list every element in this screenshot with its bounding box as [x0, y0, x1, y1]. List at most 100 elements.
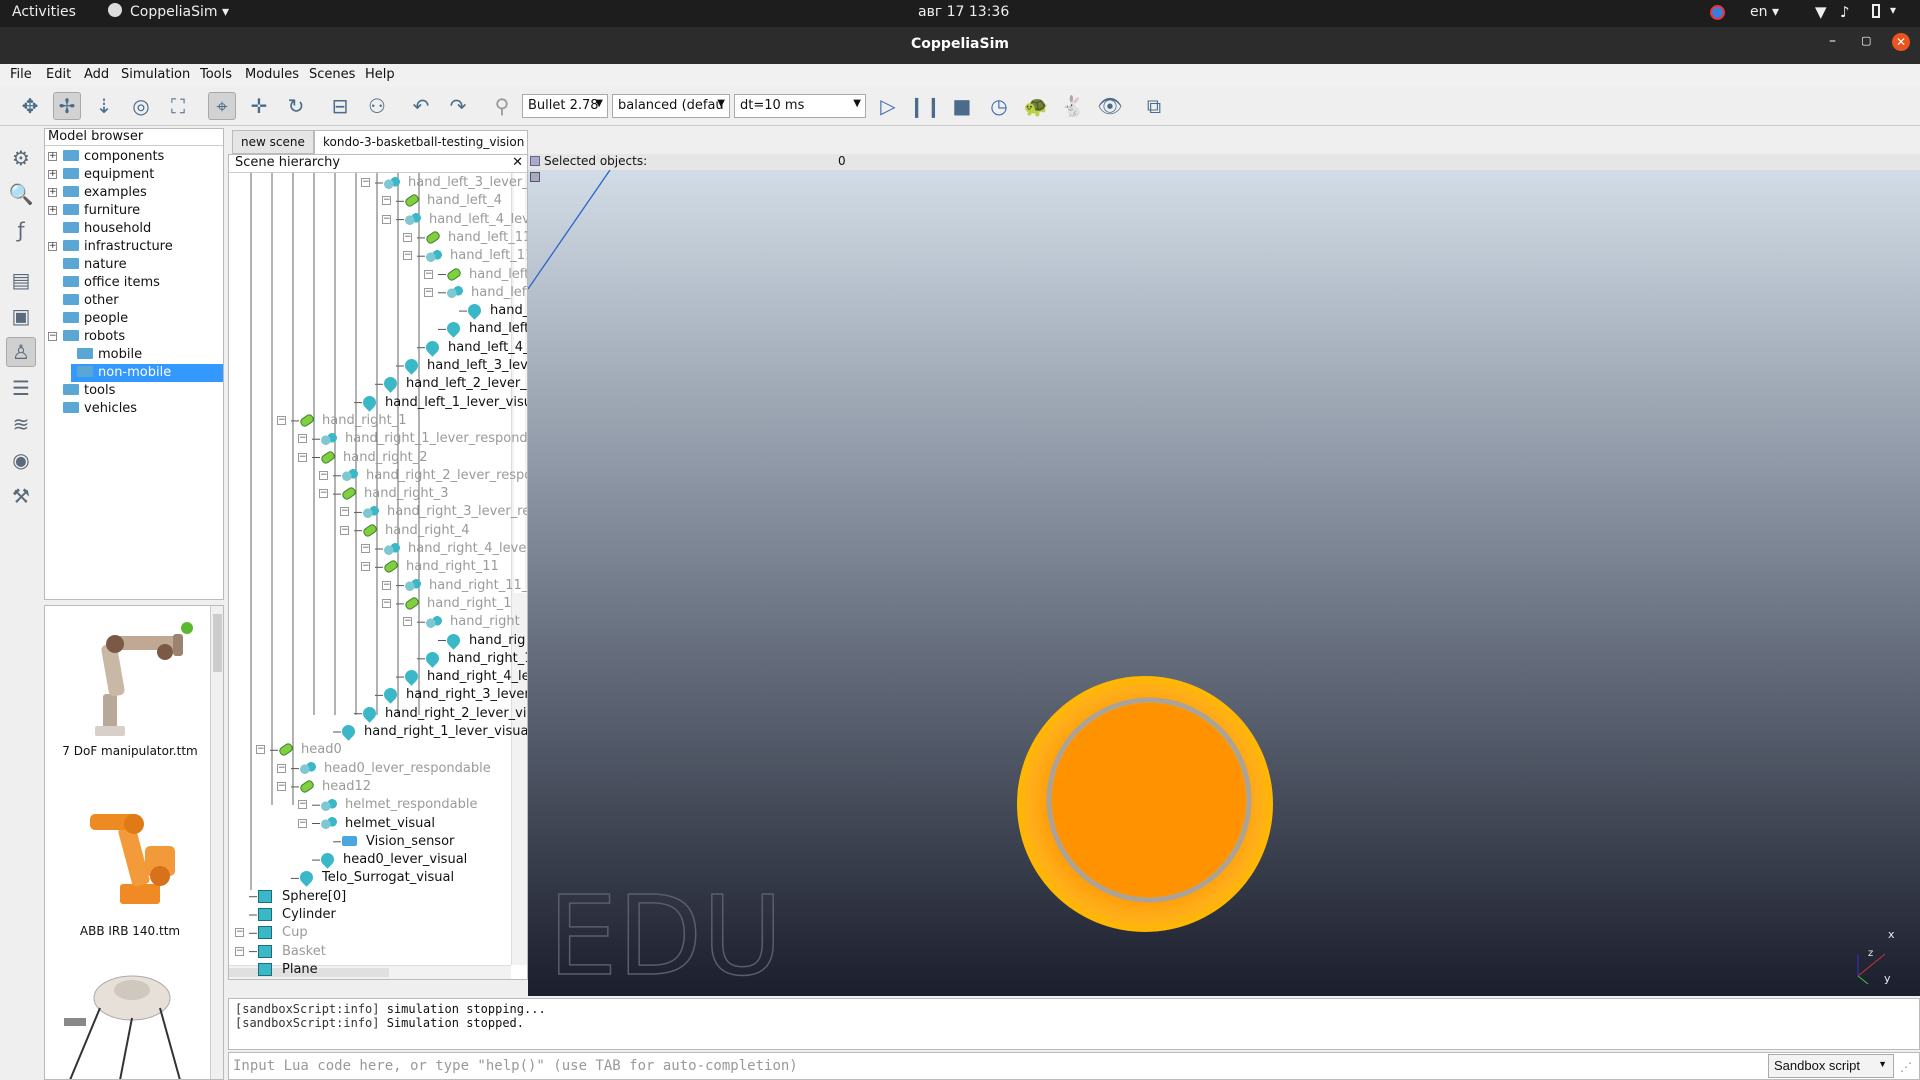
environment-icon[interactable]: 🔍 [6, 179, 36, 209]
hierarchy-item[interactable]: Cylinder [235, 906, 336, 924]
language-indicator[interactable]: en ▾ [1750, 4, 1779, 20]
menu-scenes[interactable]: Scenes [309, 67, 355, 82]
expand-icon[interactable]: + [48, 170, 57, 179]
hierarchy-item[interactable]: − helmet_respondable [298, 796, 477, 814]
model-folder-furniture[interactable]: + furniture [48, 202, 140, 220]
timestep-select[interactable]: dt=10 ms ▼ [734, 94, 866, 118]
hierarchy-item[interactable]: − hand_right_3 [319, 485, 449, 503]
menu-simulation[interactable]: Simulation [121, 67, 190, 82]
collapse-icon[interactable]: − [298, 800, 307, 810]
hierarchy-item[interactable]: − hand_left_13 [424, 266, 527, 284]
thumbs-scrollbar[interactable] [210, 606, 223, 1079]
play-icon[interactable]: ▷ [874, 92, 902, 120]
hierarchy-item[interactable]: − hand_right_11 [361, 558, 499, 576]
hierarchy-item[interactable]: − hand_right_11_ [382, 577, 527, 595]
model-folder-examples[interactable]: + examples [48, 184, 147, 202]
thumbnail-abb-irb140[interactable] [70, 786, 200, 916]
hierarchy-item[interactable]: − hand_right [403, 613, 520, 631]
expand-icon[interactable]: + [48, 152, 57, 161]
model-folder-equipment[interactable]: + equipment [48, 166, 154, 184]
page-selector-icon[interactable]: ⧉ [1140, 92, 1168, 120]
menu-modules[interactable]: Modules [245, 67, 299, 82]
hierarchy-item[interactable]: − Basket [235, 943, 326, 961]
hierarchy-item[interactable]: hand_right_3_lever_v [361, 685, 527, 705]
menu-help[interactable]: Help [365, 67, 395, 82]
collapse-icon[interactable]: − [319, 470, 328, 480]
layers-icon[interactable]: ≋ [6, 409, 36, 439]
hierarchy-item[interactable]: hand_right_4_lev [382, 667, 527, 686]
model-browser-toggle-icon[interactable]: ♙ [6, 337, 36, 367]
hierarchy-item[interactable]: Vision_sensor [319, 833, 454, 851]
close-icon[interactable]: ✕ [1892, 33, 1910, 51]
transfer-dna-icon[interactable]: ⚇ [363, 92, 391, 120]
expand-icon[interactable]: + [48, 242, 57, 251]
thumbnail-7dof-manipulator[interactable] [65, 616, 195, 741]
collapse-icon[interactable]: − [277, 781, 286, 791]
hierarchy-item[interactable]: hand_le [445, 301, 527, 320]
hierarchy-item[interactable]: hand_left_11 [424, 319, 527, 339]
camera-shift-icon[interactable]: ⇣ [90, 92, 118, 120]
model-folder-mobile[interactable]: mobile [71, 346, 142, 364]
app-menu-button[interactable]: CoppeliaSim ▾ [130, 4, 229, 20]
hierarchy-item[interactable]: hand_left_1_lever_visual [340, 392, 527, 412]
visualization-icon[interactable]: 👁 [1096, 92, 1124, 120]
hierarchy-item[interactable]: Sphere[1] [235, 979, 346, 980]
fit-to-view-icon[interactable]: ⛶ [164, 92, 192, 120]
collapse-icon[interactable]: − [361, 562, 370, 572]
collapse-icon[interactable]: − [48, 332, 57, 341]
hierarchy-item[interactable]: − hand_right_1 [277, 412, 407, 430]
hierarchy-item[interactable]: hand_left_3_lever_vis [382, 356, 527, 375]
collapse-icon[interactable]: − [361, 544, 370, 553]
hierarchy-item[interactable]: − Cup [235, 924, 308, 942]
hierarchy-item[interactable]: hand_rig [424, 630, 525, 650]
collapse-icon[interactable]: − [298, 434, 307, 444]
hierarchy-item[interactable]: Telo_Surrogat_visual [277, 868, 454, 888]
camera-rotate-icon[interactable]: ✢ [53, 92, 81, 120]
hierarchy-item[interactable]: Plane [235, 961, 318, 979]
collapse-icon[interactable]: − [424, 287, 433, 297]
hierarchy-item[interactable]: − hand_left_3_lever_resp [361, 174, 527, 192]
realtime-icon[interactable]: ◷ [985, 92, 1013, 120]
menu-edit[interactable]: Edit [46, 67, 71, 82]
model-folder-other[interactable]: other [48, 292, 119, 310]
hierarchy-item[interactable]: hand_right_1_lever_visual [319, 722, 527, 741]
hierarchy-item[interactable]: − head0_lever_respondable [277, 760, 491, 778]
system-menu-arrow-icon[interactable]: ▾ [1890, 3, 1896, 17]
stop-icon[interactable]: ■ [948, 92, 976, 120]
undo-icon[interactable]: ↶ [407, 92, 435, 120]
collapse-icon[interactable]: − [235, 946, 244, 956]
hierarchy-item[interactable]: − hand_right_2_lever_respon [319, 467, 527, 485]
redo-icon[interactable]: ↷ [444, 92, 472, 120]
model-folder-tools[interactable]: tools [48, 382, 115, 400]
hierarchy-item[interactable]: − hand_left_4 [382, 192, 502, 210]
3d-viewport[interactable]: EDU x y z [528, 154, 1920, 996]
collapse-icon[interactable]: − [382, 598, 391, 608]
collapse-icon[interactable]: − [277, 763, 286, 773]
model-folder-household[interactable]: household [48, 220, 151, 238]
shape-edit-icon[interactable]: ▤ [6, 265, 36, 295]
resize-grip-icon[interactable]: ⋰ [1900, 1060, 1912, 1074]
viewport-handle-icon[interactable] [530, 172, 540, 182]
lua-command-input[interactable]: Input Lua code here, or type "help()" (u… [228, 1052, 1920, 1080]
pause-icon[interactable]: ❙❙ [908, 92, 942, 120]
collapse-icon[interactable]: − [403, 617, 412, 627]
scene-hierarchy-toggle-icon[interactable]: ☰ [6, 373, 36, 403]
collapse-icon[interactable]: − [256, 745, 265, 755]
hierarchy-item[interactable]: hand_right_2_lever_visua [340, 703, 527, 723]
hierarchy-item[interactable]: − hand_right_4 [340, 522, 470, 540]
close-icon[interactable]: ✕ [512, 155, 523, 170]
hierarchy-item[interactable]: − helmet_visual [298, 815, 435, 833]
collapse-icon[interactable]: − [382, 580, 391, 590]
hierarchy-item[interactable]: − hand_right_3_lever_res [340, 503, 527, 521]
model-folder-people[interactable]: people [48, 310, 128, 328]
collapse-icon[interactable]: − [403, 232, 412, 242]
hierarchy-item[interactable]: − hand_right_1 [382, 595, 512, 613]
clock[interactable]: авг 17 13:36 [918, 4, 1009, 20]
hierarchy-item[interactable]: − hand_right_4_lever [361, 540, 527, 558]
scripts-icon[interactable]: ƒ [6, 215, 36, 245]
collapse-icon[interactable]: − [340, 525, 349, 535]
activities-button[interactable]: Activities [12, 4, 76, 20]
model-folder-vehicles[interactable]: vehicles [48, 400, 137, 418]
collapse-icon[interactable]: − [340, 507, 349, 517]
script-target-select[interactable]: Sandbox script ▼ [1768, 1054, 1894, 1078]
